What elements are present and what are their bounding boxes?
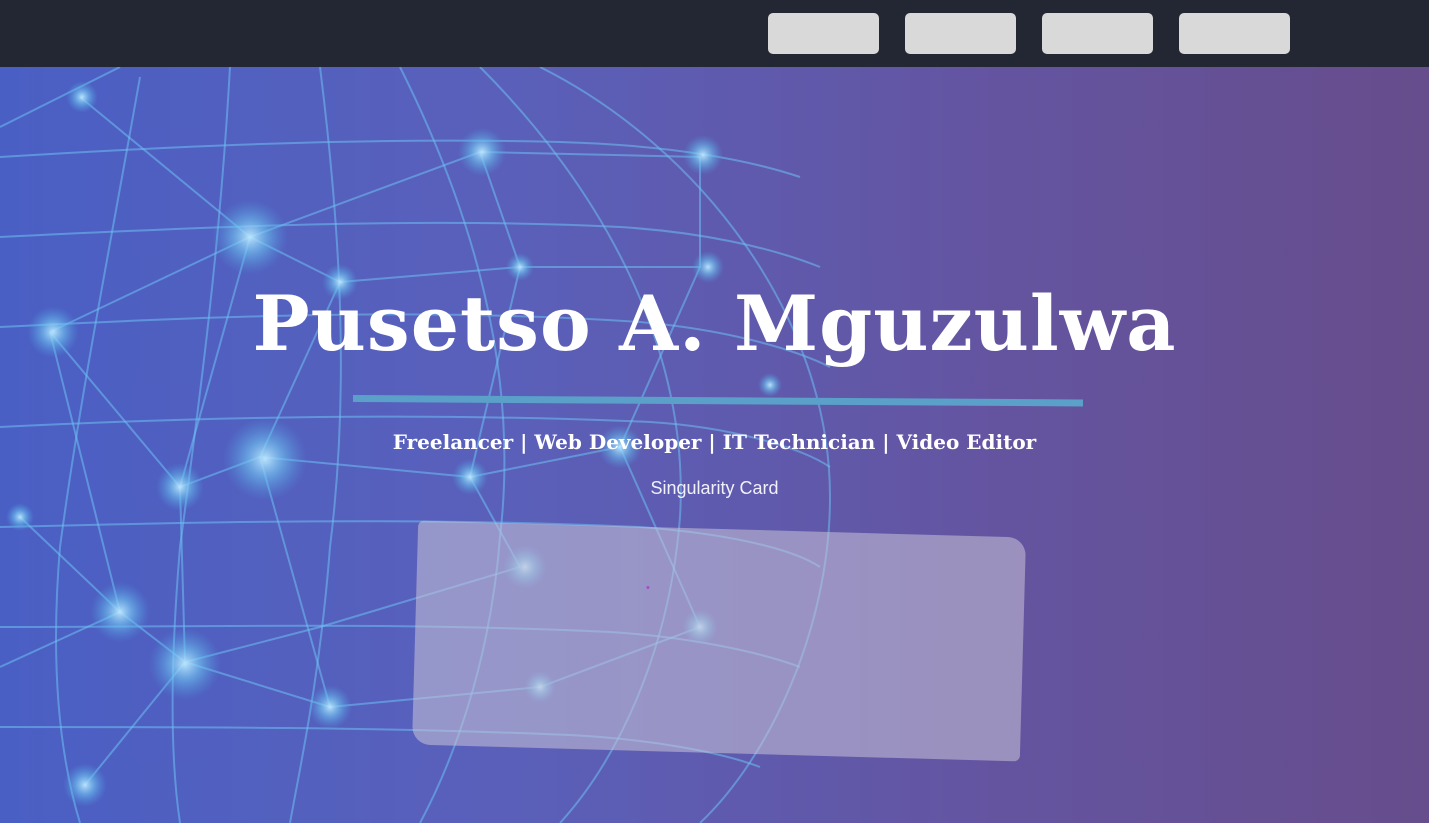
nav-button-4[interactable] xyxy=(1179,13,1290,54)
hero-name-heading: Pusetso A. Mguzulwa xyxy=(252,279,1177,368)
card-caption: Singularity Card xyxy=(650,478,779,498)
nav-button-1[interactable] xyxy=(768,13,879,54)
card-dot-marker xyxy=(646,585,650,590)
top-navbar xyxy=(0,0,1429,67)
hero-section: Pusetso A. Mguzulwa Freelancer | Web Dev… xyxy=(0,67,1429,823)
hero-tagline: Freelancer | Web Developer | IT Technici… xyxy=(392,430,1037,454)
nav-button-2[interactable] xyxy=(905,13,1016,54)
nav-button-3[interactable] xyxy=(1042,13,1153,54)
singularity-card[interactable] xyxy=(411,520,1027,762)
